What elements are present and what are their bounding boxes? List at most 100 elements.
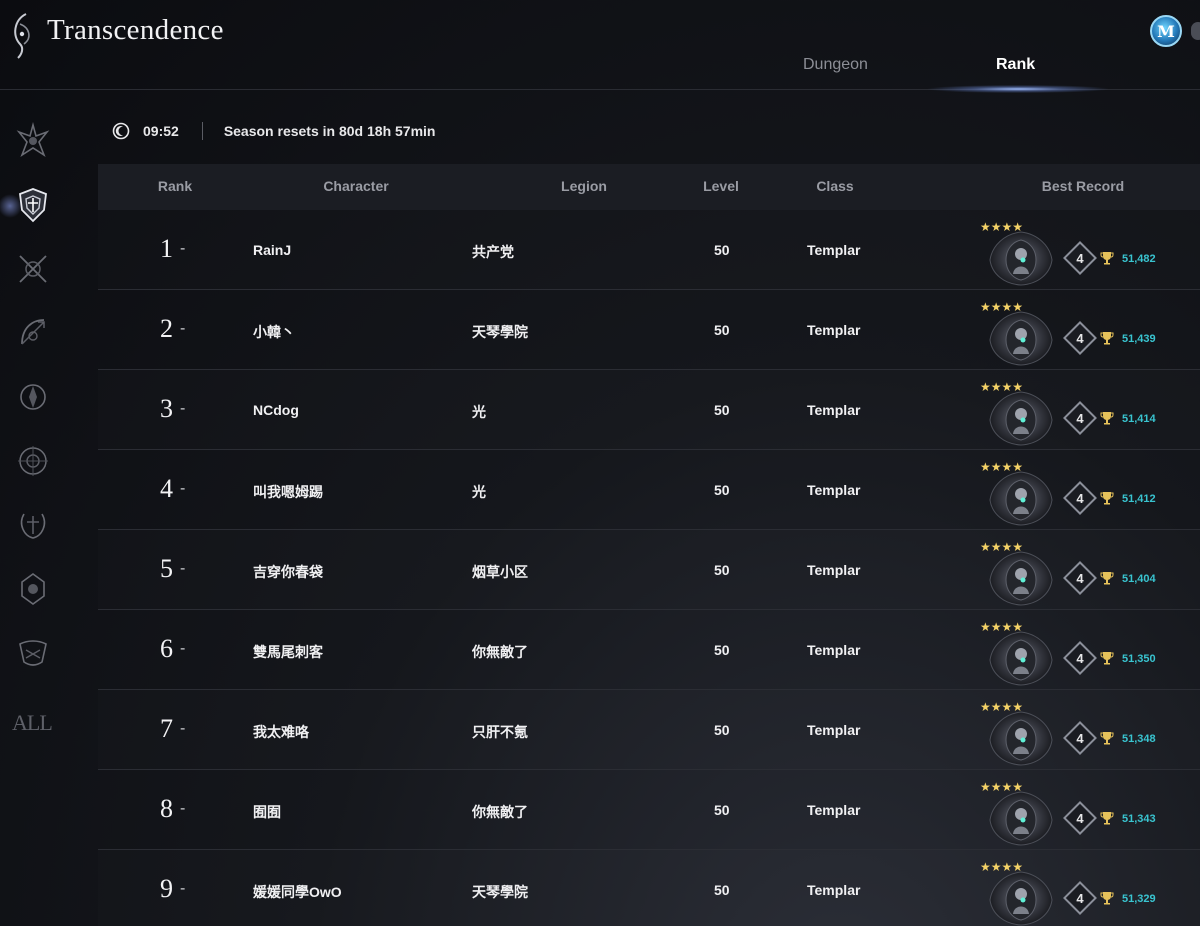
best-record: ★★★★ 4 bbox=[978, 700, 1200, 768]
class-filter-sorcerer[interactable] bbox=[12, 376, 54, 418]
table-row-8[interactable]: 8 - 囿囿 你無敵了 50 Templar ★★★★ 4 51,343 bbox=[98, 770, 1200, 850]
table-header: Rank Character Legion Level Class Best R… bbox=[98, 164, 1200, 210]
tier-level: 4 bbox=[1076, 410, 1084, 426]
menu-edge-button[interactable] bbox=[1191, 22, 1200, 40]
character-name[interactable]: 小韓丶 bbox=[253, 322, 295, 342]
character-class: Templar bbox=[807, 482, 861, 498]
character-name[interactable]: RainJ bbox=[253, 242, 291, 258]
chanter-icon bbox=[21, 573, 45, 605]
character-level: 50 bbox=[714, 482, 730, 498]
rank-change: - bbox=[180, 560, 186, 577]
header-legion: Legion bbox=[561, 178, 607, 194]
legion-name: 天琴學院 bbox=[472, 884, 528, 900]
rank-number: 2 bbox=[160, 314, 173, 343]
sorcerer-icon bbox=[20, 384, 46, 410]
templar-icon bbox=[19, 188, 47, 223]
trophy-icon bbox=[1100, 732, 1114, 745]
legion-name: 光 bbox=[472, 404, 486, 420]
best-record: ★★★★ 4 bbox=[978, 780, 1200, 848]
character-name[interactable]: NCdog bbox=[253, 402, 299, 418]
legion-name: 你無敵了 bbox=[472, 804, 528, 820]
character-level: 50 bbox=[714, 802, 730, 818]
character-class: Templar bbox=[807, 242, 861, 258]
best-record: ★★★★ 4 bbox=[978, 380, 1200, 448]
rank-change: - bbox=[180, 800, 186, 817]
class-filter-ranger[interactable] bbox=[12, 312, 54, 354]
class-filter-gladiator[interactable] bbox=[12, 120, 54, 162]
tier-level: 4 bbox=[1076, 810, 1084, 826]
class-filter-chanter[interactable] bbox=[12, 568, 54, 610]
tab-rank[interactable]: Rank bbox=[996, 56, 1035, 74]
character-level: 50 bbox=[714, 402, 730, 418]
best-record: ★★★★ 4 bbox=[978, 540, 1200, 608]
table-row-2[interactable]: 2 - 小韓丶 天琴學院 50 Templar ★★★★ 4 51,439 bbox=[98, 290, 1200, 370]
record-score: 51,482 bbox=[1122, 253, 1156, 265]
character-name[interactable]: 吉穿你春袋 bbox=[253, 562, 323, 582]
table-row-9[interactable]: 9 - 媛媛同學OwO 天琴學院 50 Templar ★★★★ 4 51,32… bbox=[98, 850, 1200, 926]
trophy-icon bbox=[1100, 332, 1114, 345]
trophy-icon bbox=[1100, 652, 1114, 665]
character-class: Templar bbox=[807, 322, 861, 338]
best-record: ★★★★ 4 bbox=[978, 460, 1200, 528]
table-row-1[interactable]: 1 - RainJ 共产党 50 Templar ★★★★ 4 51,482 bbox=[98, 210, 1200, 290]
ranking-table: Rank Character Legion Level Class Best R… bbox=[98, 164, 1200, 926]
record-score: 51,348 bbox=[1122, 733, 1156, 745]
record-score: 51,439 bbox=[1122, 333, 1156, 345]
tier-level: 4 bbox=[1076, 730, 1084, 746]
class-filter-sidebar: ALL bbox=[0, 100, 70, 926]
table-row-7[interactable]: 7 - 我太难咯 只肝不氪 50 Templar ★★★★ 4 51,348 bbox=[98, 690, 1200, 770]
character-class: Templar bbox=[807, 642, 861, 658]
class-filter-painter[interactable] bbox=[12, 632, 54, 674]
tier-level: 4 bbox=[1076, 650, 1084, 666]
character-name[interactable]: 叫我嗯姆踢 bbox=[253, 482, 323, 502]
rank-change: - bbox=[180, 640, 186, 657]
divider bbox=[201, 122, 203, 140]
trophy-icon bbox=[1100, 892, 1114, 905]
character-level: 50 bbox=[714, 722, 730, 738]
class-filter-assassin[interactable] bbox=[12, 248, 54, 290]
painter-icon bbox=[19, 640, 47, 666]
best-record: ★★★★ 4 bbox=[978, 220, 1200, 288]
tier-level: 4 bbox=[1076, 250, 1084, 266]
trophy-icon bbox=[1100, 492, 1114, 505]
rank-number: 7 bbox=[160, 714, 173, 743]
character-class: Templar bbox=[807, 402, 861, 418]
class-filter-spiritmaster[interactable] bbox=[12, 440, 54, 482]
tier-level: 4 bbox=[1076, 570, 1084, 586]
legion-name: 烟草小区 bbox=[472, 564, 528, 580]
assassin-icon bbox=[19, 255, 47, 283]
best-record: ★★★★ 4 bbox=[978, 620, 1200, 688]
character-class: Templar bbox=[807, 802, 861, 818]
character-name[interactable]: 雙馬尾刺客 bbox=[253, 642, 323, 662]
class-filter-all[interactable]: ALL bbox=[12, 710, 53, 736]
rank-number: 5 bbox=[160, 554, 173, 583]
trophy-icon bbox=[1100, 252, 1114, 265]
rank-number: 3 bbox=[160, 394, 173, 423]
class-filter-templar[interactable] bbox=[0, 184, 54, 226]
character-name[interactable]: 媛媛同學OwO bbox=[253, 882, 342, 902]
character-level: 50 bbox=[714, 562, 730, 578]
currency-m-icon[interactable]: M bbox=[1150, 15, 1182, 47]
table-row-4[interactable]: 4 - 叫我嗯姆踢 光 50 Templar ★★★★ 4 51,412 bbox=[98, 450, 1200, 530]
dungeon-emblem-icon bbox=[989, 791, 1053, 846]
header-character: Character bbox=[323, 178, 389, 194]
tier-level: 4 bbox=[1076, 890, 1084, 906]
dungeon-emblem-icon bbox=[989, 231, 1053, 286]
character-name[interactable]: 囿囿 bbox=[253, 802, 281, 822]
rank-change: - bbox=[180, 240, 186, 257]
record-score: 51,329 bbox=[1122, 893, 1156, 905]
table-row-5[interactable]: 5 - 吉穿你春袋 烟草小区 50 Templar ★★★★ 4 51,404 bbox=[98, 530, 1200, 610]
character-class: Templar bbox=[807, 562, 861, 578]
table-row-3[interactable]: 3 - NCdog 光 50 Templar ★★★★ 4 51,414 bbox=[98, 370, 1200, 450]
active-tab-indicator bbox=[928, 85, 1108, 93]
trophy-icon bbox=[1100, 812, 1114, 825]
transcendence-logo-icon bbox=[14, 13, 30, 59]
tier-level: 4 bbox=[1076, 330, 1084, 346]
class-filter-cleric[interactable] bbox=[12, 504, 54, 546]
dungeon-emblem-icon bbox=[989, 391, 1053, 446]
character-level: 50 bbox=[714, 242, 730, 258]
character-level: 50 bbox=[714, 322, 730, 338]
table-row-6[interactable]: 6 - 雙馬尾刺客 你無敵了 50 Templar ★★★★ 4 51,350 bbox=[98, 610, 1200, 690]
character-name[interactable]: 我太难咯 bbox=[253, 722, 309, 742]
tab-dungeon[interactable]: Dungeon bbox=[803, 56, 868, 74]
